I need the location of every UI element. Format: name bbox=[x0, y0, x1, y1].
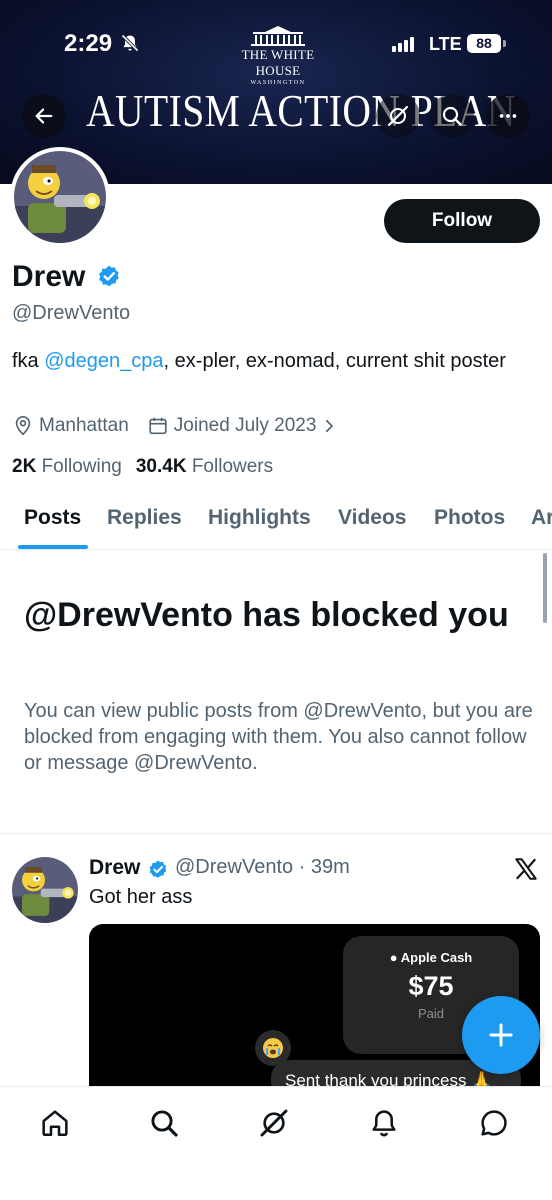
apple-cash-label: ● Apple Cash bbox=[389, 950, 473, 965]
back-arrow-icon bbox=[35, 108, 53, 124]
profile-meta: Manhattan Joined July 2023 bbox=[12, 414, 361, 438]
search-button[interactable] bbox=[430, 94, 474, 138]
tab-replies[interactable]: Replies bbox=[107, 506, 182, 530]
post-text: Got her ass bbox=[89, 886, 193, 908]
scrollbar[interactable] bbox=[543, 553, 547, 623]
profile-tabs: Posts Replies Highlights Videos Photos A… bbox=[0, 490, 552, 550]
bio-suffix: , ex-pler, ex-nomad, current shit poster bbox=[163, 350, 506, 372]
following-label: Following bbox=[41, 456, 122, 477]
chevron-right-icon bbox=[326, 419, 334, 433]
joined-text: Joined July 2023 bbox=[173, 415, 317, 436]
compose-plus-icon bbox=[489, 1023, 513, 1047]
signal-icon bbox=[392, 36, 414, 52]
white-house-building-icon bbox=[251, 26, 305, 46]
location-item: Manhattan bbox=[12, 415, 129, 437]
display-name: Drew bbox=[12, 260, 86, 293]
back-button[interactable] bbox=[22, 94, 66, 138]
calendar-icon bbox=[149, 417, 167, 435]
section-divider bbox=[0, 833, 552, 834]
nav-notifications[interactable] bbox=[366, 1105, 402, 1141]
nav-home[interactable] bbox=[37, 1105, 73, 1141]
white-house-name: THE WHITE HOUSE bbox=[241, 47, 315, 78]
location-text: Manhattan bbox=[39, 415, 129, 436]
more-icon bbox=[499, 114, 517, 118]
joined-item[interactable]: Joined July 2023 bbox=[147, 415, 344, 437]
followers-link[interactable]: 30.4K Followers bbox=[136, 456, 273, 478]
white-house-logo: THE WHITE HOUSE WASHINGTON bbox=[226, 26, 330, 86]
battery-icon: 88 bbox=[467, 34, 501, 53]
avatar-image bbox=[14, 151, 106, 243]
tab-posts[interactable]: Posts bbox=[24, 506, 81, 530]
following-count: 2K bbox=[12, 456, 37, 477]
blocked-description: You can view public posts from @DrewVent… bbox=[24, 700, 533, 774]
following-link[interactable]: 2K Following bbox=[12, 456, 122, 478]
post-author-name[interactable]: Drew bbox=[89, 856, 140, 880]
follow-stats: 2K Following 30.4K Followers bbox=[12, 456, 273, 478]
home-icon bbox=[42, 1110, 68, 1136]
profile-avatar[interactable] bbox=[10, 147, 110, 247]
tab-videos[interactable]: Videos bbox=[338, 506, 406, 530]
bio-prefix: fka bbox=[12, 350, 45, 372]
post-avatar[interactable] bbox=[12, 857, 78, 923]
crying-face-icon bbox=[263, 1038, 283, 1058]
x-logo-icon bbox=[515, 858, 537, 880]
post-avatar-image bbox=[12, 857, 78, 923]
notifications-icon bbox=[372, 1110, 396, 1137]
grok-icon bbox=[260, 1109, 288, 1137]
nav-messages[interactable] bbox=[476, 1105, 512, 1141]
follow-button[interactable]: Follow bbox=[384, 199, 540, 243]
battery-tip bbox=[503, 40, 506, 47]
active-tab-indicator bbox=[18, 545, 88, 549]
tab-photos[interactable]: Photos bbox=[434, 506, 505, 530]
profile-bio: fka @degen_cpa, ex-pler, ex-nomad, curre… bbox=[12, 346, 532, 376]
bell-off-icon bbox=[121, 34, 139, 52]
network-type: LTE bbox=[429, 34, 462, 54]
search-icon bbox=[442, 106, 462, 126]
bio-mention-link[interactable]: @degen_cpa bbox=[44, 350, 163, 372]
nav-search[interactable] bbox=[146, 1105, 182, 1141]
bottom-navigation bbox=[0, 1086, 552, 1200]
tab-highlights[interactable]: Highlights bbox=[208, 506, 311, 530]
post-verified-badge-icon bbox=[149, 860, 167, 878]
nav-grok[interactable] bbox=[256, 1105, 292, 1141]
messages-icon bbox=[481, 1110, 507, 1136]
grok-icon bbox=[387, 105, 409, 127]
more-button[interactable] bbox=[486, 94, 530, 138]
verified-badge-icon[interactable] bbox=[96, 264, 122, 290]
grok-button[interactable] bbox=[376, 94, 420, 138]
profile-handle: @DrewVento bbox=[12, 302, 131, 324]
tab-articles[interactable]: Articles bbox=[531, 506, 552, 530]
post-handle-time: @DrewVento · 39m bbox=[175, 856, 350, 878]
followers-count: 30.4K bbox=[135, 456, 187, 477]
search-icon bbox=[151, 1110, 178, 1137]
location-icon bbox=[15, 416, 31, 436]
followers-label: Followers bbox=[191, 456, 274, 477]
compose-button[interactable] bbox=[462, 996, 540, 1074]
blocked-title: @DrewVento has blocked you bbox=[24, 596, 509, 634]
apple-logo-icon: ● bbox=[389, 950, 401, 965]
status-time: 2:29 bbox=[64, 30, 113, 57]
